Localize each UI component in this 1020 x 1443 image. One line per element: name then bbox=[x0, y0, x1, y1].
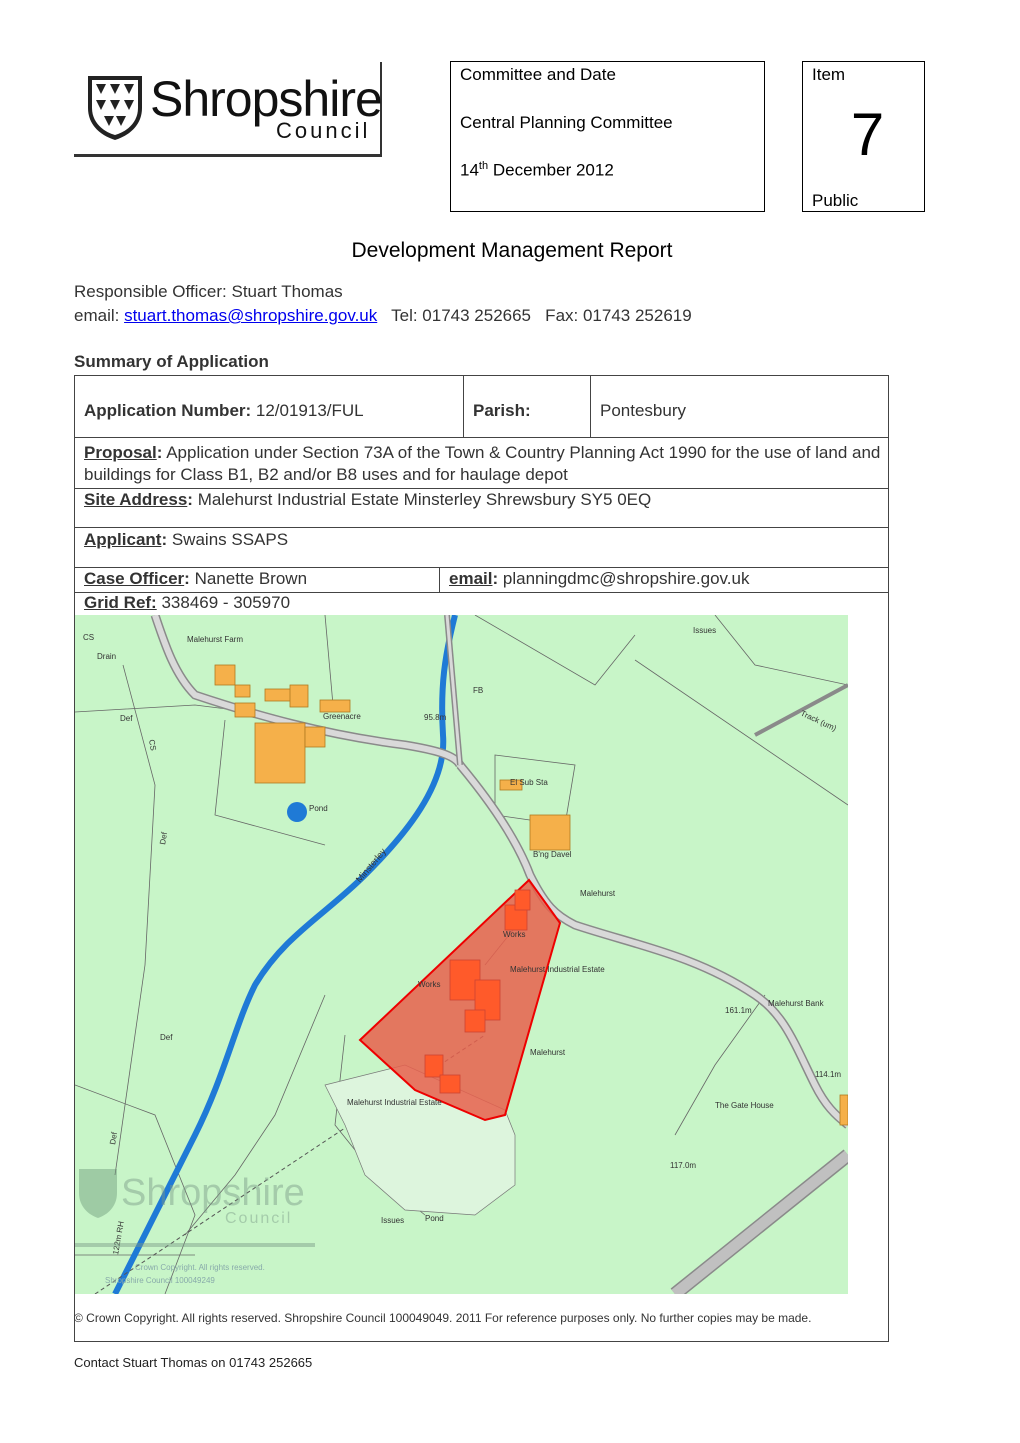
map-label: Malehurst Industrial Estate bbox=[510, 965, 605, 974]
officer-email-link[interactable]: stuart.thomas@shropshire.gov.uk bbox=[124, 306, 377, 325]
map-label: Pond bbox=[425, 1214, 444, 1223]
item-label: Item bbox=[812, 65, 846, 84]
map-label: B'ng Davel bbox=[533, 850, 572, 859]
committee-date: 14th December 2012 bbox=[460, 160, 614, 180]
committee-box: Committee and Date Central Planning Comm… bbox=[450, 61, 765, 212]
map-label: Shropshire Council 100049249 bbox=[105, 1276, 215, 1285]
parish-value-cell: Pontesbury bbox=[590, 375, 889, 438]
committee-name: Central Planning Committee bbox=[460, 113, 673, 132]
case-email-cell: email: planningdmc@shropshire.gov.uk bbox=[439, 567, 889, 593]
map-label: Works bbox=[503, 930, 526, 939]
watermark-name: Shropshire bbox=[121, 1172, 305, 1214]
map-label: CS bbox=[147, 739, 158, 752]
applicant-cell: Applicant: Swains SSAPS bbox=[74, 527, 889, 568]
map-label: FB bbox=[473, 686, 483, 695]
map-label: CS bbox=[83, 633, 94, 642]
map-label: El Sub Sta bbox=[510, 778, 548, 787]
site-address-cell: Site Address: Malehurst Industrial Estat… bbox=[74, 488, 889, 528]
summary-heading: Summary of Application bbox=[74, 352, 269, 371]
map-label: Pond bbox=[309, 804, 328, 813]
map-label: The Gate House bbox=[715, 1101, 774, 1110]
map-label: 95.8m bbox=[424, 713, 447, 722]
contact-footer: Contact Stuart Thomas on 01743 252665 bbox=[74, 1355, 313, 1370]
map-label: Greenacre bbox=[323, 712, 361, 721]
map-label: Malehurst Bank bbox=[768, 999, 825, 1008]
map-label: Def bbox=[120, 714, 133, 723]
map-label: Malehurst bbox=[530, 1048, 566, 1057]
map-label: Issues bbox=[693, 626, 716, 635]
responsible-officer: Responsible Officer: Stuart Thomas bbox=[74, 282, 343, 301]
pond bbox=[287, 802, 307, 822]
copyright-notice: © Crown Copyright. All rights reserved. … bbox=[74, 1311, 812, 1325]
map-label: 161.1m bbox=[725, 1006, 752, 1015]
watermark-sub: Council bbox=[225, 1210, 292, 1227]
map-label: Drain bbox=[97, 652, 116, 661]
site-location-map: CS Drain Malehurst Farm Issues FB Def CS… bbox=[75, 615, 848, 1294]
map-label: Malehurst Farm bbox=[187, 635, 243, 644]
map-label: Def bbox=[160, 1033, 173, 1042]
map-label: Malehurst bbox=[580, 889, 616, 898]
item-status: Public bbox=[812, 191, 859, 210]
proposal-cell: Proposal: Application under Section 73A … bbox=[74, 437, 889, 489]
application-number-cell: Application Number: 12/01913/FUL bbox=[74, 375, 464, 438]
map-label: Malehurst Industrial Estate bbox=[347, 1098, 442, 1107]
item-box: Item 7 Public bbox=[802, 61, 925, 212]
map-label: Issues bbox=[381, 1216, 404, 1225]
logo-subtitle: Council bbox=[276, 118, 371, 143]
committee-label: Committee and Date bbox=[460, 65, 616, 84]
case-officer-cell: Case Officer: Nanette Brown bbox=[74, 567, 440, 593]
map-label: 114.1m bbox=[815, 1070, 841, 1079]
coat-of-arms-icon bbox=[84, 72, 146, 142]
item-number: 7 bbox=[850, 101, 885, 168]
map-label: Crown Copyright. All rights reserved. bbox=[135, 1263, 265, 1272]
map-label: 117.0m bbox=[670, 1161, 696, 1170]
officer-contact: email: stuart.thomas@shropshire.gov.uk T… bbox=[74, 306, 692, 325]
parish-label-cell: Parish: bbox=[463, 375, 591, 438]
map-label: Works bbox=[418, 980, 441, 989]
page-title: Development Management Report bbox=[351, 239, 673, 262]
